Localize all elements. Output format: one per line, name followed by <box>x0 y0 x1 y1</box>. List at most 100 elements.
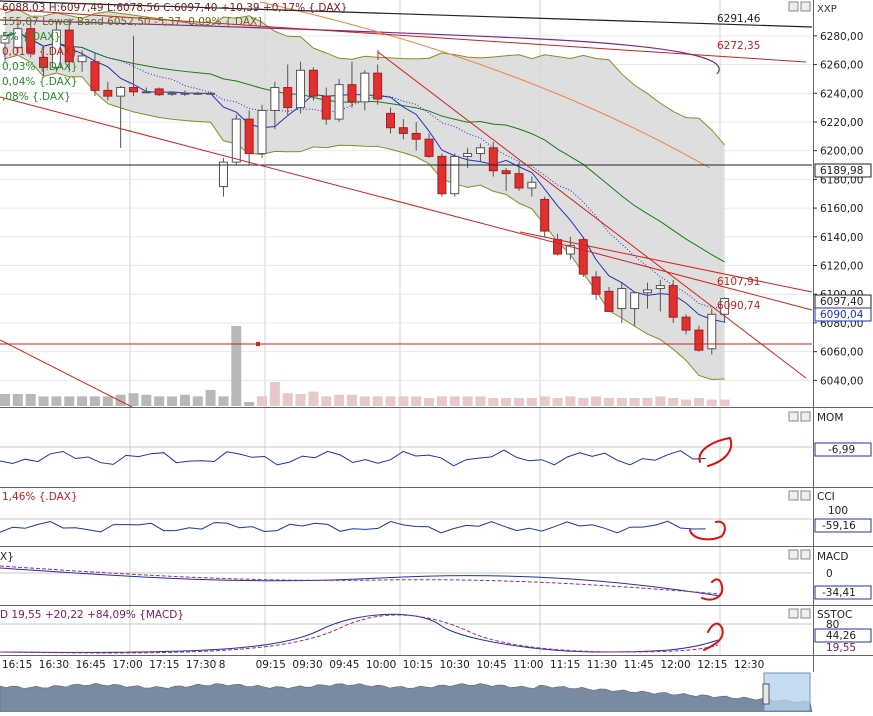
volume-bar <box>526 398 537 406</box>
volume-bar <box>192 396 203 406</box>
candle[interactable] <box>694 325 704 352</box>
volume-bar <box>295 394 306 406</box>
volume-bar <box>244 402 255 406</box>
volume-bar <box>257 396 267 406</box>
time-axis: 16:15 16:30 16:45 17:00 17:15 17:30 8 09:15 09:3… <box>2 659 764 671</box>
volume-bar <box>38 396 49 406</box>
volume-bar <box>539 396 550 406</box>
volume-bar <box>411 396 422 406</box>
current-price-label: 6097,40 <box>820 296 863 308</box>
time-axis-label: 17:15 <box>149 659 179 671</box>
price-tick-label: 6240,00 <box>820 88 863 100</box>
volume-bar <box>591 396 602 406</box>
hline-handle[interactable] <box>256 342 260 346</box>
volume-bar <box>102 396 113 406</box>
candle[interactable] <box>437 153 447 197</box>
volume-bar <box>565 396 576 406</box>
navigator-window[interactable] <box>763 672 811 712</box>
volume-bar <box>616 398 627 406</box>
volume-bar <box>385 396 396 406</box>
time-axis-label: 16:30 <box>39 659 69 671</box>
volume-bar <box>25 394 36 406</box>
candle[interactable] <box>231 114 241 166</box>
candle-body <box>668 285 678 318</box>
candle[interactable] <box>540 196 550 237</box>
ma-label-1: 5% {.DAX} <box>2 31 61 43</box>
candle-body <box>527 181 537 189</box>
volume-bar <box>334 394 345 406</box>
volume-bar <box>603 398 614 406</box>
volume-bar <box>475 396 486 406</box>
volume-bar <box>552 398 563 406</box>
volume-bar <box>0 394 10 406</box>
level-label-6272: 6272,35 <box>717 40 760 52</box>
candle-body <box>296 69 306 109</box>
candle[interactable] <box>450 153 460 197</box>
candle-body <box>424 138 434 157</box>
candle[interactable] <box>707 308 717 355</box>
time-axis-label: 17:30 <box>186 659 216 671</box>
mom-panel-title: MOM <box>817 412 843 424</box>
macd-header: X} <box>0 551 14 563</box>
price-tick-label: 6160,00 <box>820 203 863 215</box>
price-tick-label: 6120,00 <box>820 261 863 273</box>
candle[interactable] <box>308 67 318 101</box>
time-axis-label: 12:00 <box>660 659 690 671</box>
candle-body <box>257 109 267 155</box>
volume-bar <box>205 390 216 406</box>
sstoc-value-2: 19,55 <box>826 642 856 654</box>
volume-bar <box>89 396 100 406</box>
candle[interactable] <box>334 78 344 122</box>
macd-panel-title: MACD <box>817 551 848 563</box>
price-tick-label: 6200,00 <box>820 146 863 158</box>
time-axis-label: 09:15 <box>256 659 286 671</box>
volume-bar <box>167 396 178 406</box>
volume-bar <box>77 396 88 406</box>
ma-label-2: 0,01% {.DAX} <box>2 46 78 58</box>
volume-bar <box>218 396 229 406</box>
candle-body <box>681 316 691 331</box>
volume-bar <box>154 396 165 406</box>
volume-bar <box>115 394 126 406</box>
candle-body <box>450 155 460 195</box>
volume-bar <box>282 393 293 406</box>
volume-bar <box>179 394 190 406</box>
time-axis-label: 11:30 <box>587 659 617 671</box>
candle-body <box>373 72 383 100</box>
candle[interactable] <box>578 236 588 277</box>
navigator-handle[interactable] <box>762 683 770 705</box>
level-label-6090: 6090,74 <box>717 300 761 312</box>
candle-body <box>411 132 421 140</box>
candle-body <box>617 287 627 310</box>
price-tick-label: 6040,00 <box>820 375 863 387</box>
volume-bar <box>372 396 383 406</box>
volume-bar <box>346 394 357 406</box>
candle-body <box>514 173 524 189</box>
volume-bar <box>514 398 524 406</box>
chart-canvas[interactable]: 6088,03 H:6097,49 L:6078,56 C:6097,40 +1… <box>0 0 873 713</box>
time-axis-label: 17:00 <box>112 659 142 671</box>
volume-bar <box>668 398 679 406</box>
macd-level-0: 0 <box>826 568 833 580</box>
symbol-label: XXP <box>817 4 837 15</box>
time-axis-label: 16:45 <box>76 659 106 671</box>
volume-bar <box>681 399 692 406</box>
candle-body <box>386 112 395 129</box>
price-tick-label: 6060,00 <box>820 347 863 359</box>
trading-chart[interactable]: 6088,03 H:6097,49 L:6078,56 C:6097,40 +1… <box>0 0 873 713</box>
volume-bar <box>12 394 23 406</box>
volume-bar <box>488 398 499 406</box>
price-tick-label: 6140,00 <box>820 232 863 244</box>
navigator-strip[interactable] <box>0 672 873 713</box>
candle[interactable] <box>257 104 267 158</box>
volume-bar <box>629 398 640 406</box>
time-axis-label: 09:45 <box>329 659 359 671</box>
cci-panel-title: CCI <box>817 491 835 503</box>
candle[interactable] <box>668 279 678 323</box>
volume-bar <box>321 396 332 406</box>
volume-bar <box>64 396 75 406</box>
ma-price-label: 6090,04 <box>820 309 864 321</box>
candle-body <box>231 118 241 163</box>
candle-body <box>334 84 344 120</box>
price-tick-label: 6280,00 <box>820 31 863 43</box>
